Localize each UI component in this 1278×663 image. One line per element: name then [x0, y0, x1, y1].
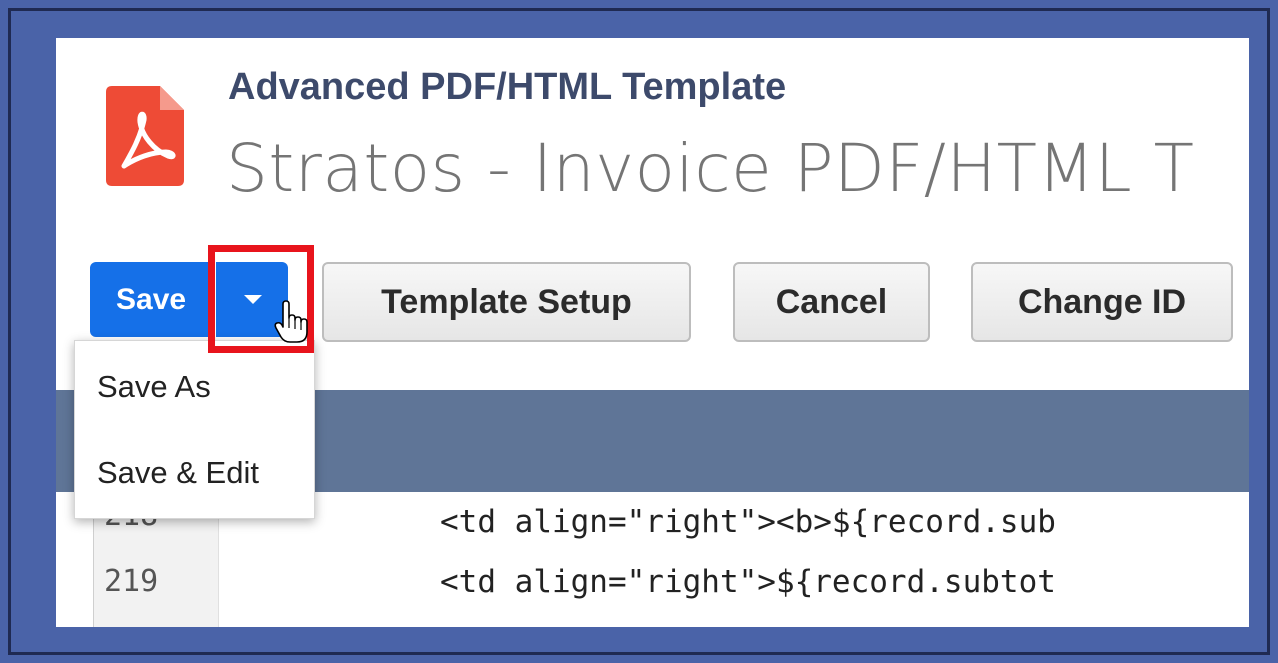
save-button[interactable]: Save — [90, 262, 212, 337]
hand-pointer-icon — [274, 300, 308, 343]
code-line[interactable]: <td align="right"><b>${record.sub — [440, 504, 1056, 540]
cancel-button[interactable]: Cancel — [733, 262, 930, 342]
page-title: Stratos - Invoice PDF/HTML T — [226, 130, 1195, 207]
template-setup-button[interactable]: Template Setup — [322, 262, 691, 342]
pdf-file-icon — [106, 86, 184, 186]
menu-item-save-as[interactable]: Save As — [97, 369, 211, 405]
record-page: Advanced PDF/HTML Template Stratos - Inv… — [56, 38, 1249, 627]
save-dropdown-menu: Save As Save & Edit — [74, 340, 315, 519]
change-id-button[interactable]: Change ID — [971, 262, 1233, 342]
record-type-label: Advanced PDF/HTML Template — [228, 66, 787, 108]
caret-down-icon — [244, 295, 262, 304]
line-number: 219 — [104, 564, 159, 599]
menu-item-save-and-edit[interactable]: Save & Edit — [97, 455, 259, 491]
code-line[interactable]: <td align="right">${record.subtot — [440, 564, 1056, 600]
